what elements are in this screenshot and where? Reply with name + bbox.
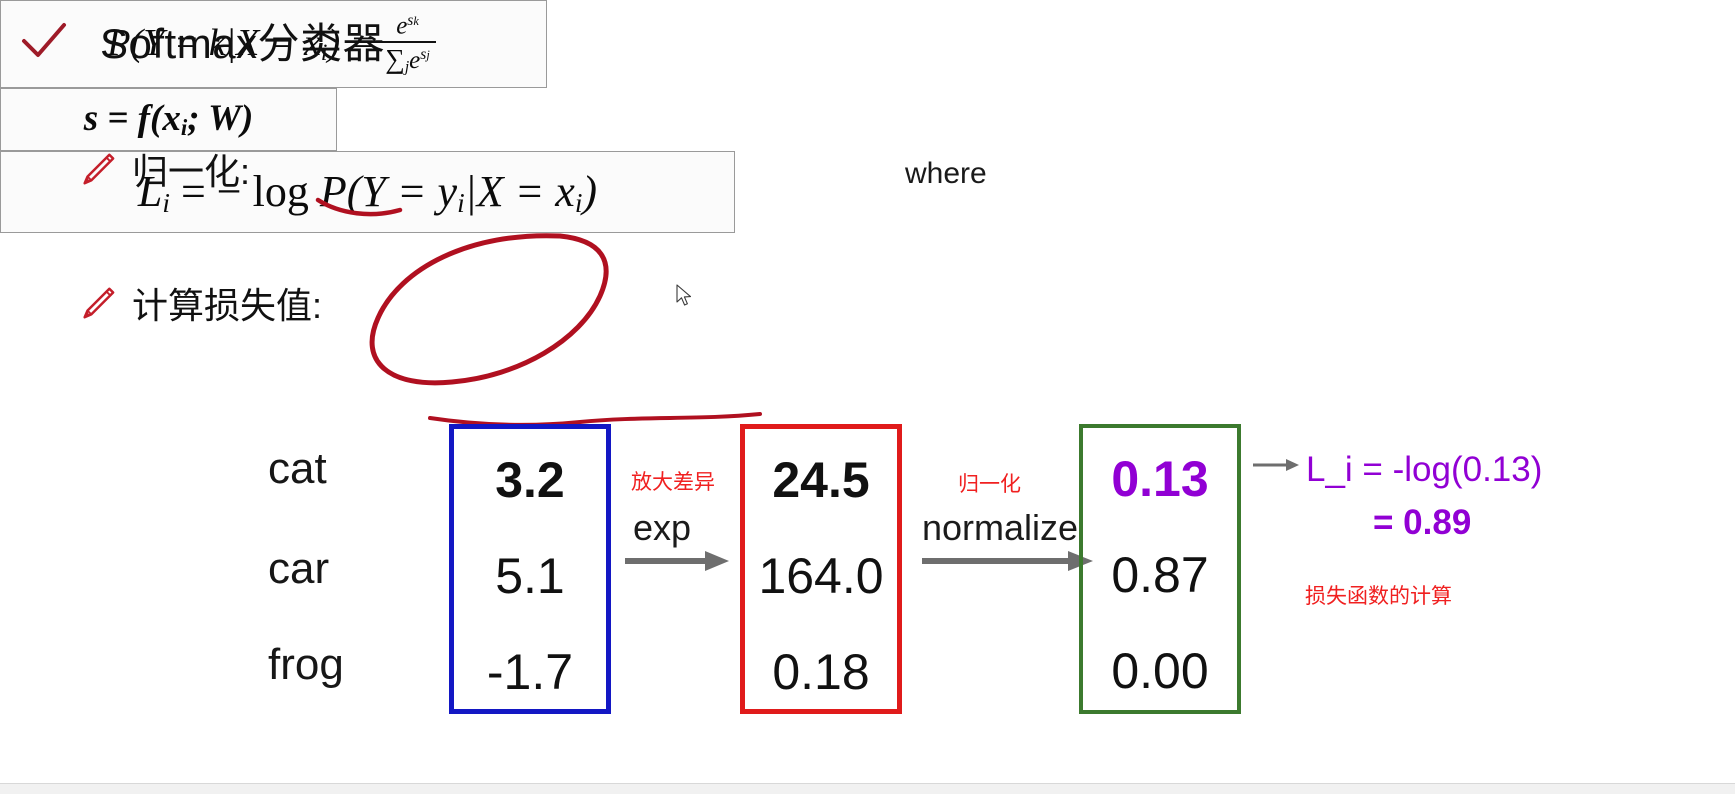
slide-title-row: Softmax分类器 <box>18 10 385 71</box>
prob-cell-car: 0.87 <box>1111 547 1209 603</box>
fraction-numerator: esk <box>396 12 419 40</box>
page-title: Softmax分类器 <box>100 20 386 67</box>
pen-icon <box>78 150 116 188</box>
arrow-normalize <box>922 551 1093 571</box>
bottom-scrollbar[interactable] <box>0 783 1735 794</box>
formula-normalize-fraction: esk ∑jesj <box>379 13 436 74</box>
row-label-frog: frog <box>268 640 344 689</box>
loss-result-line2: = 0.89 <box>1373 503 1472 542</box>
unnormalized-probabilities-box: 24.5 164.0 0.18 <box>740 424 902 714</box>
bullet-row-loss: 计算损失值: <box>78 277 322 329</box>
row-label-car: car <box>268 544 330 593</box>
loss-result-line1: L_i = -log(0.13) <box>1306 450 1543 489</box>
probabilities-box: 0.13 0.87 0.00 <box>1079 424 1241 714</box>
fraction-denominator: ∑jesj <box>379 40 436 75</box>
op-label-exp: exp <box>633 507 692 548</box>
formula-score: s = f(xi; W) <box>83 98 254 141</box>
arrow-exp <box>625 551 729 571</box>
where-label: where <box>905 157 987 190</box>
score-cell-cat: 3.2 <box>495 452 565 508</box>
exp-cell-car: 164.0 <box>758 548 884 604</box>
bullet-row-normalize: 归一化: <box>78 143 250 195</box>
op-label-normalize: normalize <box>922 507 1079 548</box>
exp-cell-frog: 0.18 <box>772 644 870 700</box>
score-cell-car: 5.1 <box>495 548 565 604</box>
arrow-result <box>1253 459 1299 471</box>
exp-cell-cat: 24.5 <box>772 452 870 508</box>
formula-box-score: s = f(xi; W) <box>0 88 337 151</box>
annotation-normalize: 归一化 <box>958 473 1021 496</box>
score-cell-frog: -1.7 <box>486 644 574 700</box>
slide-canvas: Softmax分类器 归一化: P(Y = k|X = xi) = esk ∑j… <box>0 0 1735 794</box>
bullet-label-normalize: 归一化: <box>132 151 251 192</box>
pen-icon <box>78 284 116 322</box>
check-icon <box>18 15 70 67</box>
prob-cell-cat: 0.13 <box>1111 451 1209 507</box>
bullet-label-loss: 计算损失值: <box>132 285 323 326</box>
scores-box: 3.2 5.1 -1.7 <box>449 424 611 714</box>
mouse-cursor <box>676 284 692 306</box>
prob-cell-frog: 0.00 <box>1111 643 1209 699</box>
annotation-amplify: 放大差异 <box>631 471 715 494</box>
annotation-loss-computation: 损失函数的计算 <box>1305 585 1452 608</box>
row-label-cat: cat <box>268 444 327 493</box>
